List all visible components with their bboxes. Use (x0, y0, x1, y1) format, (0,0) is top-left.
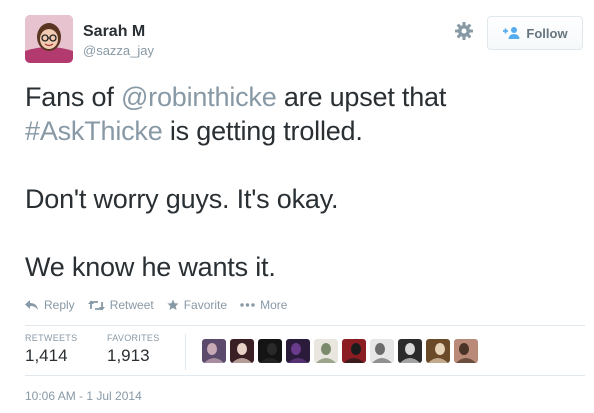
user-handle[interactable]: @sazza_jay (83, 43, 154, 58)
favorites-label: FAVORITES (107, 333, 160, 343)
tweet-text-segment: are upset that (276, 82, 447, 112)
gear-icon[interactable] (454, 21, 474, 41)
favoriters-list (202, 339, 478, 363)
tweet-text-segment: Fans of (25, 82, 121, 112)
favoriter-avatar[interactable] (454, 339, 478, 363)
favorites-stat[interactable]: FAVORITES 1,913 (107, 333, 160, 366)
favoriter-avatar[interactable] (342, 339, 366, 363)
reply-label: Reply (44, 298, 75, 312)
more-dots-icon (240, 303, 255, 307)
timestamp[interactable]: 10:06 AM - 1 Jul 2014 (25, 389, 142, 403)
user-name[interactable]: Sarah M (83, 23, 145, 41)
retweets-label: RETWEETS (25, 333, 78, 343)
divider (25, 325, 585, 326)
stats-divider (185, 334, 186, 370)
favoriter-avatar[interactable] (286, 339, 310, 363)
tweet-line-4: We know he wants it. (25, 252, 276, 282)
more-label: More (260, 298, 288, 312)
tweet-text: Fans of @robinthicke are upset that #Ask… (25, 80, 570, 284)
favoriter-avatar[interactable] (314, 339, 338, 363)
tweet-text-segment: is getting trolled. (162, 116, 363, 146)
favoriter-avatar[interactable] (202, 339, 226, 363)
star-icon (167, 299, 179, 311)
mention-link[interactable]: @robinthicke (121, 82, 277, 112)
favoriter-avatar[interactable] (398, 339, 422, 363)
tweet-actions: Reply Retweet Favorite More (25, 298, 287, 312)
favoriter-avatar[interactable] (426, 339, 450, 363)
tweet-line-1: Fans of @robinthicke are upset that (25, 80, 570, 114)
follow-button-label: Follow (526, 25, 568, 41)
reply-button[interactable]: Reply (25, 298, 75, 312)
retweets-stat[interactable]: RETWEETS 1,414 (25, 333, 77, 366)
follow-button[interactable]: Follow (487, 16, 583, 50)
reply-icon (25, 299, 39, 311)
favorites-count: 1,913 (107, 346, 150, 365)
tweet-line-2: #AskThicke is getting trolled. (25, 114, 570, 148)
favorite-label: Favorite (183, 298, 228, 312)
favoriter-avatar[interactable] (230, 339, 254, 363)
divider (25, 375, 585, 376)
retweets-count: 1,414 (25, 346, 68, 365)
favoriter-avatar[interactable] (258, 339, 282, 363)
tweet-card: Sarah M @sazza_jay Follow Fans of @robin… (0, 0, 594, 413)
favorite-button[interactable]: Favorite (167, 298, 227, 312)
tweet-line-3: Don't worry guys. It's okay. (25, 184, 339, 214)
more-button[interactable]: More (240, 298, 287, 312)
hashtag-link[interactable]: #AskThicke (25, 116, 163, 146)
retweet-icon (87, 300, 105, 311)
add-user-icon (502, 26, 520, 40)
retweet-button[interactable]: Retweet (87, 298, 154, 312)
retweet-label: Retweet (109, 298, 154, 312)
favoriter-avatar[interactable] (370, 339, 394, 363)
avatar[interactable] (25, 15, 73, 63)
